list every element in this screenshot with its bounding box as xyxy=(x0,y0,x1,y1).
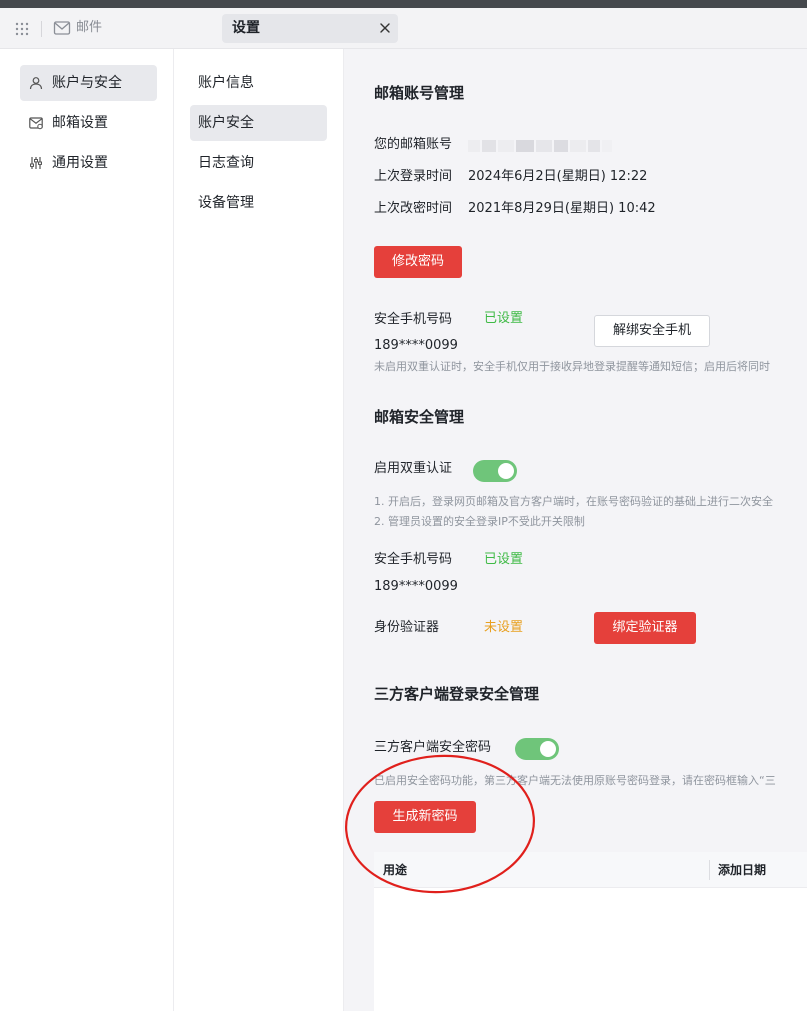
bind-authenticator-button[interactable]: 绑定验证器 xyxy=(594,612,696,644)
security-phone-status-2: 已设置 xyxy=(484,552,524,567)
last-password-change-value: 2021年8月29日(星期日) 10:42 xyxy=(468,201,656,216)
toggle-knob xyxy=(540,741,556,757)
security-section-title: 邮箱安全管理 xyxy=(374,408,465,426)
security-phone-label-2: 安全手机号码 xyxy=(374,552,453,567)
main-content: 邮箱账号管理 您的邮箱账号 上次登录时间 2024年6月2日(星期日) 12:2… xyxy=(344,49,807,1011)
toggle-knob xyxy=(498,463,514,479)
sliders-icon xyxy=(30,157,42,169)
third-party-password-label: 三方客户端安全密码 xyxy=(374,740,492,755)
two-factor-note-2: 2. 管理员设置的安全登录IP不受此开关限制 xyxy=(374,515,585,528)
subnav-item-log-query[interactable]: 日志查询 xyxy=(190,145,327,181)
masked-email-value xyxy=(468,140,614,152)
authenticator-label: 身份验证器 xyxy=(374,620,440,635)
sidebar-item-account-security[interactable]: 账户与安全 xyxy=(20,65,157,101)
sidebar-item-general-settings[interactable]: 通用设置 xyxy=(20,145,157,181)
last-login-value: 2024年6月2日(星期日) 12:22 xyxy=(468,169,648,184)
user-icon xyxy=(29,77,43,90)
sidebar-item-label: 账户与安全 xyxy=(52,75,122,91)
tab-settings[interactable]: 设置 xyxy=(222,14,398,43)
titlebar-divider xyxy=(41,21,42,37)
subnav-item-label: 账户安全 xyxy=(198,115,254,131)
account-section-title: 邮箱账号管理 xyxy=(374,84,465,102)
subnav-item-device-management[interactable]: 设备管理 xyxy=(190,185,327,221)
mail-icon[interactable] xyxy=(53,20,71,36)
sidebar-item-label: 通用设置 xyxy=(52,155,108,171)
two-factor-note-1: 1. 开启后，登录网页邮箱及官方客户端时，在账号密码验证的基础上进行二次安全 xyxy=(374,495,773,508)
title-bar: 邮件 设置 xyxy=(0,8,807,49)
subnav-item-label: 设备管理 xyxy=(198,195,254,211)
table-header: 用途 添加日期 xyxy=(374,852,807,888)
subnav-item-account-info[interactable]: 账户信息 xyxy=(190,65,327,101)
security-phone-note: 未启用双重认证时，安全手机仅用于接收异地登录提醒等通知短信；启用后将同时 xyxy=(374,360,770,373)
tab-label: 设置 xyxy=(232,20,260,36)
security-phone-status: 已设置 xyxy=(484,311,524,326)
third-party-section-title: 三方客户端登录安全管理 xyxy=(374,685,540,703)
column-header-added-date[interactable]: 添加日期 xyxy=(718,861,766,879)
column-header-purpose[interactable]: 用途 xyxy=(383,861,407,879)
two-factor-toggle[interactable] xyxy=(473,460,517,482)
sidebar: 账户与安全 邮箱设置 通用设置 xyxy=(0,49,174,1011)
change-password-button[interactable]: 修改密码 xyxy=(374,246,462,278)
column-divider xyxy=(709,860,710,880)
subnav-item-account-security[interactable]: 账户安全 xyxy=(190,105,327,141)
two-factor-label: 启用双重认证 xyxy=(374,461,453,476)
last-password-change-label: 上次改密时间 xyxy=(374,201,453,216)
security-phone-number: 189****0099 xyxy=(374,338,458,353)
security-phone-number-2: 189****0099 xyxy=(374,579,458,594)
third-party-password-note: 已启用安全密码功能，第三方客户端无法使用原账号密码登录，请在密码框输入“三 xyxy=(374,774,776,787)
app-label[interactable]: 邮件 xyxy=(76,19,102,37)
sidebar-item-mailbox-settings[interactable]: 邮箱设置 xyxy=(20,105,157,141)
sub-navigation: 账户信息 账户安全 日志查询 设备管理 xyxy=(174,49,344,1011)
mailbox-settings-icon xyxy=(29,117,43,130)
subnav-item-label: 日志查询 xyxy=(198,155,254,171)
generate-new-password-button[interactable]: 生成新密码 xyxy=(374,801,476,833)
security-phone-label: 安全手机号码 xyxy=(374,312,453,327)
authenticator-status: 未设置 xyxy=(484,620,524,635)
grid-icon[interactable] xyxy=(14,21,30,37)
last-login-label: 上次登录时间 xyxy=(374,169,453,184)
email-label: 您的邮箱账号 xyxy=(374,137,453,152)
unbind-phone-button[interactable]: 解绑安全手机 xyxy=(594,315,710,347)
window-top-strip xyxy=(0,0,807,8)
sidebar-item-label: 邮箱设置 xyxy=(52,115,108,131)
password-table: 用途 添加日期 xyxy=(374,852,807,1011)
subnav-item-label: 账户信息 xyxy=(198,75,254,91)
third-party-password-toggle[interactable] xyxy=(515,738,559,760)
close-icon[interactable] xyxy=(378,21,392,35)
